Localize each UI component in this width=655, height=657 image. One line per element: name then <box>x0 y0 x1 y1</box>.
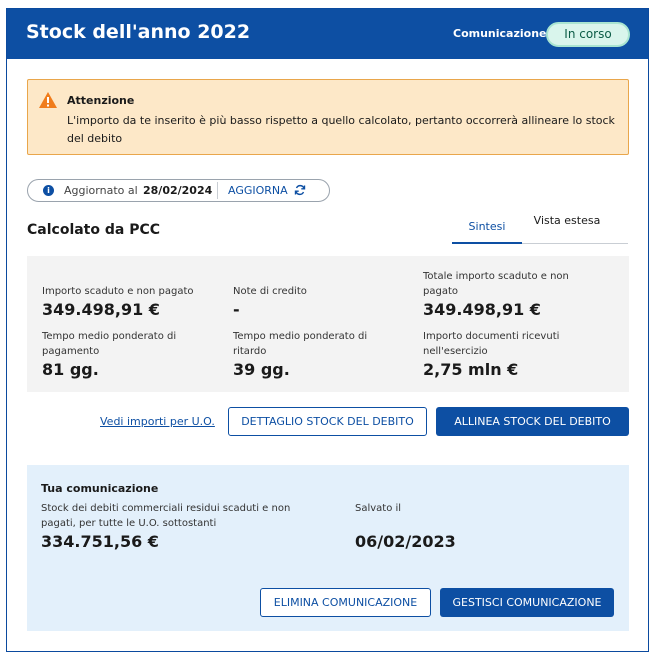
metric-value: 39 gg. <box>233 360 290 379</box>
tab-vista-estesa[interactable]: Vista estesa <box>527 215 607 227</box>
metric-value: 349.498,91 € <box>42 300 160 319</box>
status-badge: In corso <box>546 22 630 47</box>
metrics-panel: Importo scaduto e non pagato 349.498,91 … <box>27 256 629 392</box>
communication-saved: Salvato il 06/02/2023 <box>355 501 555 551</box>
metric-tempo-pagamento: Tempo medio ponderato di pagamento 81 gg… <box>42 329 202 379</box>
metric-label: Importo scaduto e non pagato <box>42 286 194 297</box>
amount-value: 334.751,56 € <box>41 532 159 551</box>
communication-label: Comunicazione <box>453 27 547 40</box>
align-stock-button[interactable]: ALLINEA STOCK DEL DEBITO <box>436 407 629 436</box>
communication-panel: Tua comunicazione Stock dei debiti comme… <box>27 465 629 631</box>
amount-label: Stock dei debiti commerciali residui sca… <box>41 503 291 529</box>
warning-icon <box>39 92 57 108</box>
manage-communication-button[interactable]: GESTISCI COMUNICAZIONE <box>440 588 614 617</box>
card-header: Stock dell'anno 2022 Comunicazione In co… <box>7 9 648 59</box>
update-bar: i Aggiornato al 28/02/2024 AGGIORNA <box>27 179 330 202</box>
stock-card: Stock dell'anno 2022 Comunicazione In co… <box>6 8 649 652</box>
alert-title: Attenzione <box>67 94 135 107</box>
warning-alert: Attenzione L'importo da te inserito è pi… <box>27 79 629 155</box>
metric-value: 2,75 mln € <box>423 360 519 379</box>
alert-text: L'importo da te inserito è più basso ris… <box>67 114 615 145</box>
metric-totale-scaduto: Totale importo scaduto e non pagato 349.… <box>423 269 583 319</box>
tab-sintesi[interactable]: Sintesi <box>452 220 522 244</box>
communication-amount: Stock dei debiti commerciali residui sca… <box>41 501 311 551</box>
metric-value: 349.498,91 € <box>423 300 541 319</box>
debt-detail-button[interactable]: DETTAGLIO STOCK DEL DEBITO <box>228 407 427 436</box>
metric-label: Note di credito <box>233 286 307 297</box>
communication-title: Tua comunicazione <box>41 482 159 495</box>
metric-importo-documenti: Importo documenti ricevuti nell'esercizi… <box>423 329 593 379</box>
metric-label: Totale importo scaduto e non pagato <box>423 271 569 297</box>
saved-date: 06/02/2023 <box>355 532 456 551</box>
metric-label: Importo documenti ricevuti nell'esercizi… <box>423 331 560 357</box>
metric-note-credito: Note di credito - <box>233 284 403 319</box>
page-title: Stock dell'anno 2022 <box>26 21 251 43</box>
divider <box>217 182 218 199</box>
metric-importo-scaduto: Importo scaduto e non pagato 349.498,91 … <box>42 284 212 319</box>
saved-label: Salvato il <box>355 503 402 514</box>
view-uo-link[interactable]: Vedi importi per U.O. <box>100 415 215 428</box>
metric-tempo-ritardo: Tempo medio ponderato di ritardo 39 gg. <box>233 329 393 379</box>
metric-value: - <box>233 300 240 319</box>
updated-date: 28/02/2024 <box>143 184 213 197</box>
refresh-button[interactable]: AGGIORNA <box>228 184 288 197</box>
metric-label: Tempo medio ponderato di pagamento <box>42 331 177 357</box>
metric-value: 81 gg. <box>42 360 99 379</box>
updated-label: Aggiornato al <box>64 184 138 197</box>
section-title: Calcolato da PCC <box>27 222 161 238</box>
metric-label: Tempo medio ponderato di ritardo <box>233 331 368 357</box>
delete-communication-button[interactable]: ELIMINA COMUNICAZIONE <box>260 588 431 617</box>
refresh-icon[interactable] <box>294 184 306 196</box>
info-icon: i <box>43 185 54 196</box>
